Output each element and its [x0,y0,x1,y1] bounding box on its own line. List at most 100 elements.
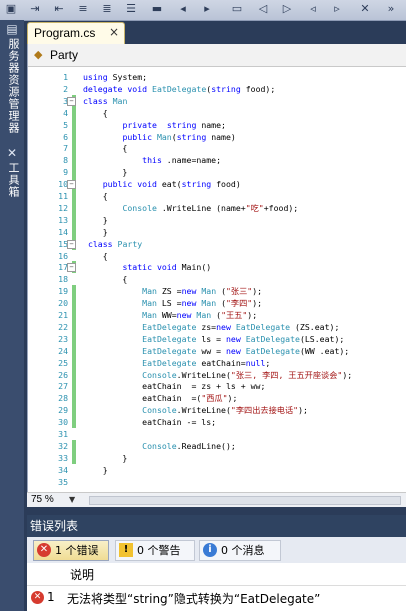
document-tab-program[interactable]: Program.cs × [27,22,125,45]
code-line[interactable]: 4 { [28,106,406,119]
code-line[interactable]: 19 Man ZS =new Man ("张三"); [28,285,406,298]
code-line[interactable]: 12 Console .WriteLine (name+"吃"+food); [28,201,406,214]
code-line[interactable]: 11 { [28,190,406,202]
code-area[interactable]: 1 using System; 2 delegate void EatDelegate… [28,71,406,489]
errors-filter-button[interactable]: ✕ 1 个错误 [33,540,109,561]
collapse-icon[interactable]: − [67,180,76,190]
code-line[interactable]: 1 using System; [28,71,406,83]
save-icon[interactable]: ▣ [4,2,18,16]
toolbox-tab[interactable]: 工具箱 [3,162,21,198]
code-line[interactable]: 9 } [28,166,406,179]
next-doc-icon[interactable]: ▹ [330,2,344,16]
change-marker [72,344,76,357]
code-line[interactable]: 13 } [28,213,406,226]
server-explorer-tab[interactable]: 服务器资源管理器 [3,38,21,134]
collapse-icon[interactable]: − [67,239,76,249]
server-explorer-icon[interactable]: ▤ [5,22,19,36]
error-icon: ✕ [31,591,44,604]
code-line[interactable]: 2 delegate void EatDelegate(string food); [28,83,406,95]
uncomment-icon[interactable]: ≣ [100,2,114,16]
code-line[interactable]: 16 { [28,250,406,262]
comment-icon[interactable]: ≡ [76,2,90,16]
line-number: 8 [63,155,68,166]
line-number: 20 [58,298,68,309]
code-text: EatDelegate ww = new EatDelegate(WW .eat… [142,345,350,356]
prev-in-folder-icon[interactable]: ◁ [256,2,270,16]
code-line[interactable]: 21 Man WW=new Man ("王五"); [28,309,406,321]
code-text: Man WW=new Man ("王五"); [142,310,258,320]
line-number: 2 [63,83,68,94]
code-line[interactable]: 35 [28,476,406,488]
outdent-icon[interactable]: ⇤ [52,2,66,16]
line-number: 13 [58,214,68,225]
code-line[interactable]: 24 EatDelegate ww = new EatDelegate(WW .… [28,344,406,357]
change-marker [72,332,76,345]
code-text: eatChain = zs + ls + ww; [83,381,266,392]
code-line[interactable]: 31 [28,428,406,440]
code-line[interactable]: 5 private string name; [28,118,406,131]
description-column[interactable]: 说明 [70,566,94,583]
code-text: eatChain -= ls; [83,417,217,428]
collapse-icon[interactable]: − [67,263,76,273]
warnings-filter-button[interactable]: ! 0 个警告 [115,540,195,561]
code-line[interactable]: 8 this .name=name; [28,154,406,167]
indent-icon[interactable]: ⇥ [28,2,42,16]
code-line[interactable]: 26 Console.WriteLine("张三, 李四, 王五开座谈会"); [28,368,406,381]
close-icon[interactable]: × [109,25,119,39]
code-line[interactable]: 32 Console.ReadLine(); [28,439,406,452]
code-line[interactable]: 15− class Party [28,237,406,250]
prev-bookmark-icon[interactable]: ◂ [176,2,190,16]
code-line[interactable]: 27 eatChain = zs + ls + ww; [28,380,406,393]
editor-status-bar: 75 % ▼ [27,492,406,507]
collapse-icon[interactable]: − [67,96,76,106]
error-number: 1 [47,590,55,604]
bookmark-icon[interactable]: ▬ [150,2,164,16]
code-line[interactable]: 7 { [28,142,406,155]
next-in-folder-icon[interactable]: ▷ [280,2,294,16]
error-list-panel: 错误列表 ✕ 1 个错误 ! 0 个警告 i 0 个消息 说明 ✕ 1 无法将类… [27,515,406,611]
code-text: Console.WriteLine("李四出去接电话"); [142,405,308,416]
line-number: 7 [63,143,68,154]
code-line[interactable]: 14 } [28,225,406,238]
overflow-icon[interactable]: » [384,2,398,16]
chevron-down-icon[interactable]: ▼ [69,493,75,507]
toggle-bookmark-icon[interactable]: ▭ [230,2,244,16]
zoom-level[interactable]: 75 % [31,493,54,507]
line-number: 24 [58,345,68,356]
code-line[interactable]: 23 EatDelegate ls = new EatDelegate(LS.e… [28,332,406,345]
code-line[interactable]: 3− class Man [28,94,406,107]
code-text: { [83,191,108,201]
code-line[interactable]: 17− static void Main() [28,261,406,274]
error-list-column-header[interactable]: 说明 [27,563,406,586]
line-number: 14 [58,226,68,237]
format-icon[interactable]: ☰ [124,2,138,16]
code-line[interactable]: 25 EatDelegate eatChain=null; [28,356,406,369]
next-bookmark-icon[interactable]: ▸ [200,2,214,16]
code-line[interactable]: 29 Console.WriteLine("李四出去接电话"); [28,404,406,417]
code-line[interactable]: 30 eatChain -= ls; [28,416,406,429]
code-text: class Man [83,95,128,106]
code-editor[interactable]: ◆ Party 1 using System; 2 delegate void Eat… [27,44,406,492]
code-line[interactable]: 20 Man LS =new Man ("李四"); [28,297,406,310]
code-line[interactable]: 22 EatDelegate zs=new EatDelegate (ZS.ea… [28,320,406,333]
class-navigation-bar[interactable]: ◆ Party [28,44,406,67]
line-number: 1 [63,72,68,82]
error-list-title-bar: 错误列表 [27,515,406,537]
line-number: 27 [58,381,68,392]
clear-bookmark-icon[interactable]: ✕ [358,2,372,16]
class-selector[interactable]: Party [50,48,78,62]
code-line[interactable]: 6 public Man(string name) [28,130,406,143]
code-text: } [83,214,108,225]
error-row[interactable]: ✕ 1 无法将类型“string”隐式转换为“EatDelegate” [27,587,406,609]
horizontal-scrollbar[interactable] [89,496,401,505]
line-number: 18 [58,274,68,285]
code-line[interactable]: 33 } [28,451,406,464]
code-text: Console.ReadLine(); [142,440,236,451]
code-line[interactable]: 10− public void eat(string food) [28,178,406,191]
code-line[interactable]: 34 } [28,464,406,476]
prev-doc-icon[interactable]: ◃ [306,2,320,16]
code-line[interactable]: 28 eatChain =("西瓜"); [28,392,406,405]
messages-filter-button[interactable]: i 0 个消息 [199,540,281,561]
toolbox-icon[interactable]: ✕ [5,146,19,160]
code-line[interactable]: 18 { [28,273,406,285]
